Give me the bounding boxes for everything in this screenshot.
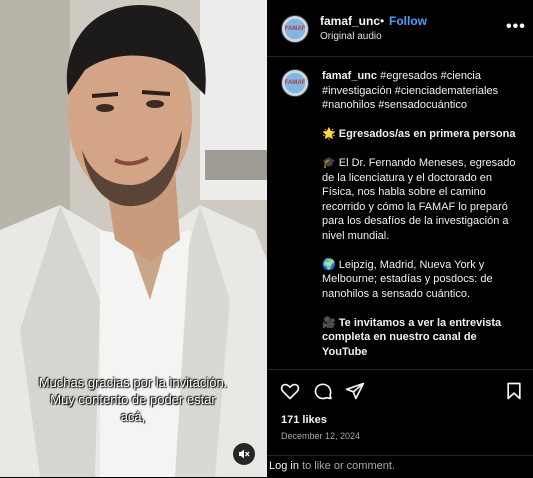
caption-body: famaf_unc #egresados #ciencia #investiga… <box>322 69 522 369</box>
login-bar: Log in to like or comment. <box>267 455 533 478</box>
subtitle-line: Muchas gracias por la invitación. <box>38 375 228 390</box>
more-options-button[interactable]: ••• <box>506 18 526 36</box>
post-caption: FAMAF famaf_unc #egresados #ciencia #inv… <box>267 57 533 369</box>
caption-username-link[interactable]: famaf_unc <box>322 70 377 82</box>
share-button[interactable] <box>345 381 365 406</box>
subtitle-line: Muy contento de poder estar <box>50 392 216 407</box>
caption-paragraph: 🎥 Te invitamos a ver la entrevista compl… <box>322 316 502 358</box>
video-subtitle: Muchas gracias por la invitación. Muy co… <box>8 374 258 425</box>
subtitle-line: acá, <box>120 409 146 424</box>
bookmark-icon <box>507 382 521 400</box>
comment-button[interactable] <box>313 381 333 406</box>
login-prompt-text: to like or comment. <box>298 460 395 472</box>
speaker-muted-icon <box>239 449 250 459</box>
avatar-logo-text: FAMAF <box>284 80 306 86</box>
caption-paragraph: 🌍 Leipzig, Madrid, Nueva York y Melbourn… <box>322 258 493 300</box>
caption-paragraph: 🎓 El Dr. Fernando Meneses, egresado de l… <box>322 157 516 242</box>
caption-paragraph: 🌟 Egresados/as en primera persona <box>322 128 516 140</box>
original-audio-link[interactable]: Original audio <box>320 31 382 42</box>
login-link[interactable]: Log in <box>269 460 299 472</box>
comment-icon <box>314 383 332 400</box>
paper-plane-icon <box>345 382 365 400</box>
avatar-logo-text: FAMAF <box>284 26 306 32</box>
post-panel: FAMAF famaf_unc • Follow Original audio … <box>267 0 533 477</box>
video-player[interactable]: Muchas gracias por la invitación. Muy co… <box>0 0 267 477</box>
post-date[interactable]: December 12, 2024 <box>281 431 360 441</box>
post-actions: 171 likes December 12, 2024 <box>267 369 533 456</box>
likes-count[interactable]: 171 likes <box>281 414 327 426</box>
post-header: FAMAF famaf_unc • Follow Original audio … <box>267 0 533 57</box>
header-username-link[interactable]: famaf_unc <box>320 14 380 28</box>
avatar[interactable]: FAMAF <box>281 69 309 97</box>
avatar[interactable]: FAMAF <box>281 15 309 43</box>
like-button[interactable] <box>280 381 300 406</box>
save-button[interactable] <box>504 381 524 406</box>
separator-dot: • <box>380 14 385 28</box>
mute-button[interactable] <box>233 443 255 465</box>
follow-button[interactable]: Follow <box>389 14 427 28</box>
heart-icon <box>280 383 300 400</box>
